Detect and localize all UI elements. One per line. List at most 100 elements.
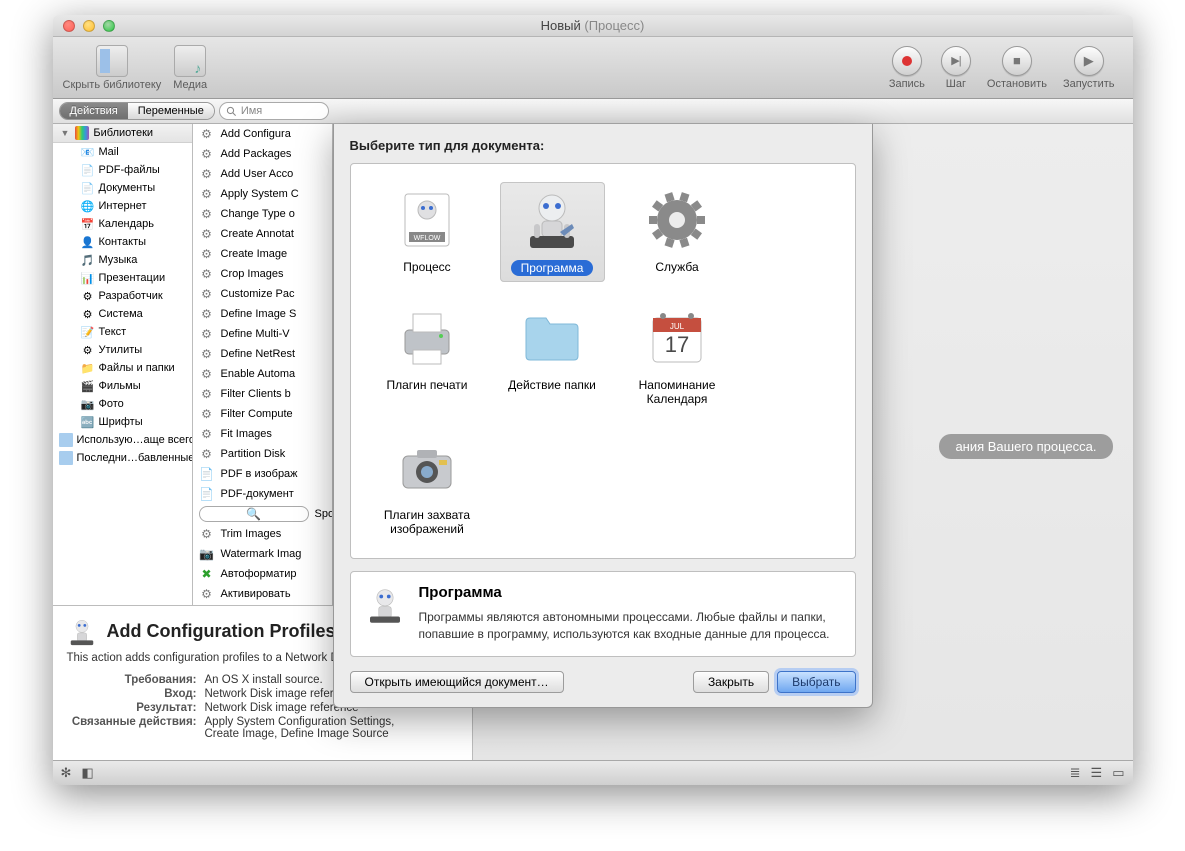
action-icon: ⚙: [199, 246, 215, 262]
dialog-prompt: Выберите тип для документа:: [350, 138, 856, 153]
action-row[interactable]: 📄PDF-документ: [193, 484, 332, 504]
action-row[interactable]: ⚙Customize Pac: [193, 284, 332, 304]
action-icon: ⚙: [199, 206, 215, 222]
doc-type-camera[interactable]: Плагин захвата изображений: [375, 430, 480, 542]
category-icon: 📝: [81, 325, 95, 339]
action-row[interactable]: ⚙Crop Images: [193, 264, 332, 284]
open-existing-button[interactable]: Открыть имеющийся документ…: [350, 671, 564, 693]
close-button[interactable]: Закрыть: [693, 671, 769, 693]
view-mode-flow[interactable]: ≣: [1070, 765, 1081, 781]
doc-type-robot[interactable]: Программа: [500, 182, 605, 282]
action-row[interactable]: ⚙Активировать: [193, 584, 332, 604]
smart-folder-icon: [59, 451, 73, 465]
category-icon: 🎬: [81, 379, 95, 393]
sidebar-item[interactable]: 📝Текст: [53, 323, 192, 341]
printer-icon: [395, 306, 459, 370]
sidebar-item[interactable]: 🎬Фильмы: [53, 377, 192, 395]
library-icon: [75, 126, 89, 140]
sidebar-item[interactable]: 📅Календарь: [53, 215, 192, 233]
camera-icon: [395, 436, 459, 500]
sidebar-library-header[interactable]: ▼ Библиотеки: [53, 124, 192, 143]
action-row[interactable]: ⚙Change Type o: [193, 204, 332, 224]
action-icon: ⚙: [199, 426, 215, 442]
gear-menu[interactable]: ✻: [61, 765, 72, 781]
media-button[interactable]: Медиа: [173, 45, 207, 91]
action-row[interactable]: ⚙Partition Disk: [193, 444, 332, 464]
category-icon: 📊: [81, 271, 95, 285]
stop-button[interactable]: Остановить: [987, 46, 1047, 90]
library-mode-segment[interactable]: Действия Переменные: [59, 102, 215, 120]
doc-type-calendar[interactable]: JUL17Напоминание Календаря: [625, 300, 730, 412]
view-toggle[interactable]: ◧: [81, 765, 93, 781]
action-row[interactable]: 📷Watermark Imag: [193, 544, 332, 564]
sidebar-most-used[interactable]: Использую…аще всего: [53, 431, 192, 449]
sidebar-recently-added[interactable]: Последни…бавленные: [53, 449, 192, 467]
category-icon: ⚙: [81, 307, 95, 321]
choose-button[interactable]: Выбрать: [777, 671, 855, 693]
svg-text:17: 17: [665, 332, 689, 357]
action-icon: 📷: [199, 546, 215, 562]
action-icon: 📄: [199, 466, 215, 482]
action-icon: ⚙: [199, 306, 215, 322]
action-row[interactable]: ⚙Enable Automa: [193, 364, 332, 384]
action-row[interactable]: ⚙Filter Clients b: [193, 384, 332, 404]
action-row[interactable]: ⚙Define NetRest: [193, 344, 332, 364]
action-row[interactable]: 📄PDF в изображ: [193, 464, 332, 484]
action-row[interactable]: ⚙Define Multi-V: [193, 324, 332, 344]
sidebar-item[interactable]: 📷Фото: [53, 395, 192, 413]
doc-type-folder[interactable]: Действие папки: [500, 300, 605, 412]
action-row[interactable]: ⚙Create Image: [193, 244, 332, 264]
view-mode-list[interactable]: ☰: [1091, 765, 1103, 781]
category-icon: 🎵: [81, 253, 95, 267]
automator-robot-icon: [67, 616, 97, 646]
panel-icon: [96, 45, 128, 77]
folder-icon: [520, 306, 584, 370]
search-input[interactable]: Имя: [219, 102, 329, 120]
action-icon: 🔍: [199, 506, 309, 522]
action-row[interactable]: ⚙Fit Images: [193, 424, 332, 444]
sidebar-item[interactable]: 🌐Интернет: [53, 197, 192, 215]
sidebar-item[interactable]: ⚙Система: [53, 305, 192, 323]
sidebar-item[interactable]: 🔤Шрифты: [53, 413, 192, 431]
sidebar-item[interactable]: ⚙Утилиты: [53, 341, 192, 359]
sidebar-item[interactable]: 📄PDF-файлы: [53, 161, 192, 179]
robot-icon: [520, 188, 584, 252]
sidebar-item[interactable]: 👤Контакты: [53, 233, 192, 251]
doc-type-printer[interactable]: Плагин печати: [375, 300, 480, 412]
segment-actions: Действия: [60, 103, 128, 119]
action-row[interactable]: ⚙Create Annotat: [193, 224, 332, 244]
canvas-hint: ания Вашего процесса.: [939, 434, 1112, 459]
hide-library-button[interactable]: Скрыть библиотеку: [63, 45, 162, 91]
action-row[interactable]: ⚙Trim Images: [193, 524, 332, 544]
sidebar-item[interactable]: 📄Документы: [53, 179, 192, 197]
sidebar-item[interactable]: 📧Mail: [53, 143, 192, 161]
sidebar-item[interactable]: 📁Файлы и папки: [53, 359, 192, 377]
action-icon: ⚙: [199, 126, 215, 142]
action-icon: ⚙: [199, 226, 215, 242]
action-icon: 📄: [199, 486, 215, 502]
doc-type-gear[interactable]: Служба: [625, 182, 730, 282]
record-button[interactable]: Запись: [889, 46, 925, 90]
category-icon: 📅: [81, 217, 95, 231]
svg-text:WFLOW: WFLOW: [414, 235, 441, 242]
action-row[interactable]: ⚙Add Configura: [193, 124, 332, 144]
step-button[interactable]: Шаг: [941, 46, 971, 90]
action-row[interactable]: ✖Автоформатир: [193, 564, 332, 584]
sidebar-item[interactable]: 📊Презентации: [53, 269, 192, 287]
sidebar-item[interactable]: 🎵Музыка: [53, 251, 192, 269]
action-row[interactable]: ⚙Define Image S: [193, 304, 332, 324]
action-row[interactable]: ⚙Add Packages: [193, 144, 332, 164]
doc-type-wflow[interactable]: WFLOWПроцесс: [375, 182, 480, 282]
action-row[interactable]: 🔍Spotlight: [193, 504, 332, 524]
category-icon: 📷: [81, 397, 95, 411]
action-row[interactable]: ⚙Add User Acco: [193, 164, 332, 184]
action-icon: ⚙: [199, 586, 215, 602]
action-row[interactable]: ⚙Filter Compute: [193, 404, 332, 424]
sidebar-item[interactable]: ⚙Разработчик: [53, 287, 192, 305]
action-icon: ⚙: [199, 346, 215, 362]
segment-bar: Действия Переменные Имя: [53, 99, 1133, 124]
view-mode-log[interactable]: ▭: [1112, 765, 1124, 781]
run-button[interactable]: Запустить: [1063, 46, 1115, 90]
action-row[interactable]: ⚙Apply System C: [193, 184, 332, 204]
action-icon: ⚙: [199, 526, 215, 542]
